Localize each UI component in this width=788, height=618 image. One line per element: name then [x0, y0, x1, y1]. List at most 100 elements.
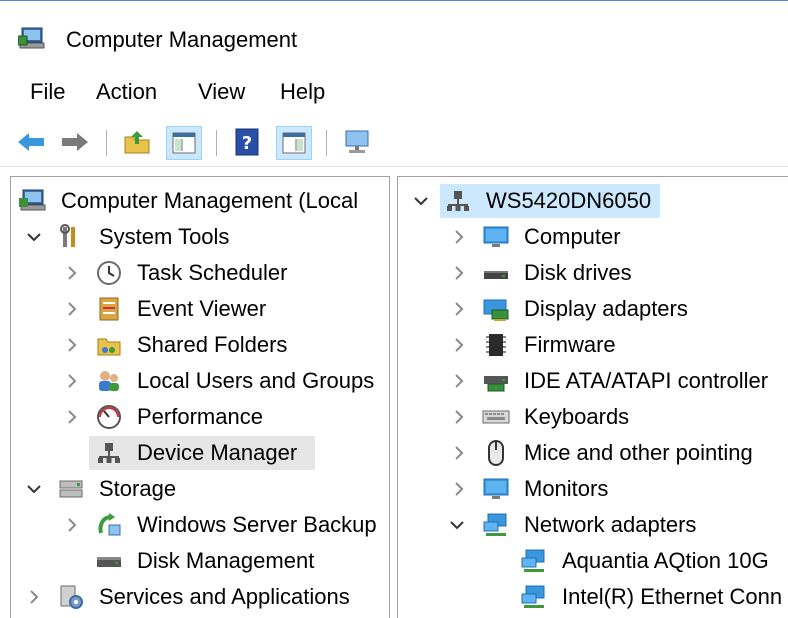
tree-item-label: Services and Applications	[99, 584, 350, 609]
chevron-down-icon[interactable]	[25, 472, 43, 506]
monitor-icon	[482, 475, 510, 503]
tree-item-local-users-and-groups[interactable]: Local Users and Groups	[11, 364, 389, 398]
console-screen-icon[interactable]	[340, 126, 374, 158]
device-manager-icon	[95, 439, 123, 467]
device-category-mice[interactable]: Mice and other pointing	[398, 436, 788, 470]
chevron-right-icon[interactable]	[63, 328, 81, 362]
storage-icon	[57, 475, 85, 503]
device-category-monitors[interactable]: Monitors	[398, 472, 788, 506]
device-category-network-adapters[interactable]: Network adapters	[398, 508, 788, 542]
toolbar-separator	[216, 130, 217, 156]
chevron-right-icon[interactable]	[450, 220, 468, 254]
chevron-right-icon[interactable]	[63, 400, 81, 434]
back-arrow-icon[interactable]	[14, 126, 48, 158]
tree-item-label: Performance	[137, 404, 263, 429]
keyboard-icon	[482, 403, 510, 431]
network-adapter-icon	[482, 511, 510, 539]
tree-item-label: Device Manager	[137, 440, 298, 465]
svg-text:?: ?	[242, 133, 252, 154]
window-title: Computer Management	[66, 27, 298, 52]
network-adapter-icon	[520, 547, 548, 575]
tree-root[interactable]: Computer Management (Local	[11, 184, 389, 218]
services-icon	[57, 583, 85, 611]
tree-item-windows-server-backup[interactable]: Windows Server Backup	[11, 508, 389, 542]
chevron-right-icon[interactable]	[450, 328, 468, 362]
device-category-label: Network adapters	[524, 512, 697, 537]
tree-item-disk-management[interactable]: Disk Management	[11, 544, 389, 578]
tree-item-label: Windows Server Backup	[137, 512, 377, 537]
computer-management-icon	[19, 187, 47, 215]
chevron-right-icon[interactable]	[63, 508, 81, 542]
title-bar: Computer Management	[0, 0, 788, 79]
tree-item-services-and-applications[interactable]: Services and Applications	[11, 580, 389, 614]
console-tree-pane: Computer Management (Local System Tools …	[10, 176, 390, 618]
computer-tree-icon	[444, 187, 472, 215]
device-category-label: Mice and other pointing	[524, 440, 753, 465]
device-item-label: Aquantia AQtion 10G	[562, 548, 769, 573]
tree-root-label: Computer Management (Local	[61, 188, 359, 213]
device-tree-root-label: WS5420DN6050	[486, 188, 652, 213]
chevron-right-icon[interactable]	[450, 292, 468, 326]
device-category-firmware[interactable]: Firmware	[398, 328, 788, 362]
menu-view[interactable]: View	[196, 79, 247, 105]
menu-file[interactable]: File	[28, 79, 67, 105]
device-category-label: Display adapters	[524, 296, 688, 321]
tree-item-label: System Tools	[99, 224, 230, 249]
chevron-right-icon[interactable]	[450, 436, 468, 470]
firmware-chip-icon	[482, 331, 510, 359]
chevron-right-icon[interactable]	[450, 364, 468, 398]
device-category-disk-drives[interactable]: Disk drives	[398, 256, 788, 290]
chevron-right-icon[interactable]	[63, 364, 81, 398]
chevron-down-icon[interactable]	[25, 220, 43, 254]
device-category-label: Firmware	[524, 332, 616, 357]
device-category-computer[interactable]: Computer	[398, 220, 788, 254]
tree-item-event-viewer[interactable]: Event Viewer	[11, 292, 389, 326]
tree-item-shared-folders[interactable]: Shared Folders	[11, 328, 389, 362]
device-category-keyboards[interactable]: Keyboards	[398, 400, 788, 434]
tree-item-system-tools[interactable]: System Tools	[11, 220, 389, 254]
show-hide-console-tree-icon[interactable]	[166, 126, 202, 160]
chevron-right-icon[interactable]	[25, 580, 43, 614]
chevron-right-icon[interactable]	[63, 292, 81, 326]
tree-item-label: Task Scheduler	[137, 260, 288, 285]
tree-item-label: Shared Folders	[137, 332, 288, 357]
menu-action[interactable]: Action	[94, 79, 159, 105]
toolbar: ?	[0, 118, 788, 167]
device-item-intel-ethernet[interactable]: Intel(R) Ethernet Conn	[398, 580, 788, 614]
system-tools-icon	[57, 223, 85, 251]
tree-item-performance[interactable]: Performance	[11, 400, 389, 434]
forward-arrow-icon[interactable]	[58, 126, 92, 158]
chevron-right-icon[interactable]	[450, 400, 468, 434]
device-tree-root[interactable]: WS5420DN6050	[398, 184, 788, 218]
users-icon	[95, 367, 123, 395]
computer-management-icon	[17, 26, 46, 52]
tree-item-device-manager[interactable]: Device Manager	[11, 436, 389, 470]
device-item-aquantia[interactable]: Aquantia AQtion 10G	[398, 544, 788, 578]
device-category-display-adapters[interactable]: Display adapters	[398, 292, 788, 326]
chevron-down-icon[interactable]	[412, 184, 430, 218]
up-folder-icon[interactable]	[120, 126, 154, 158]
toolbar-separator	[106, 130, 107, 156]
backup-icon	[95, 511, 123, 539]
device-category-label: IDE ATA/ATAPI controller	[524, 368, 769, 393]
device-category-ide-ata-atapi[interactable]: IDE ATA/ATAPI controller	[398, 364, 788, 398]
chevron-right-icon[interactable]	[450, 472, 468, 506]
tree-item-label: Storage	[99, 476, 177, 501]
disk-management-icon	[95, 547, 123, 575]
menu-bar: File Action View Help	[0, 73, 788, 111]
chevron-right-icon[interactable]	[450, 256, 468, 290]
show-hide-action-pane-icon[interactable]	[276, 126, 312, 160]
chevron-down-icon[interactable]	[448, 508, 466, 542]
tree-item-task-scheduler[interactable]: Task Scheduler	[11, 256, 389, 290]
device-category-label: Monitors	[524, 476, 609, 501]
performance-gauge-icon	[95, 403, 123, 431]
tree-item-storage[interactable]: Storage	[11, 472, 389, 506]
device-item-label: Intel(R) Ethernet Conn	[562, 584, 783, 609]
help-icon[interactable]: ?	[230, 126, 264, 158]
menu-help[interactable]: Help	[278, 79, 327, 105]
event-viewer-icon	[95, 295, 123, 323]
disk-drive-icon	[482, 259, 510, 287]
device-category-label: Computer	[524, 224, 621, 249]
ide-controller-icon	[482, 367, 510, 395]
chevron-right-icon[interactable]	[63, 256, 81, 290]
